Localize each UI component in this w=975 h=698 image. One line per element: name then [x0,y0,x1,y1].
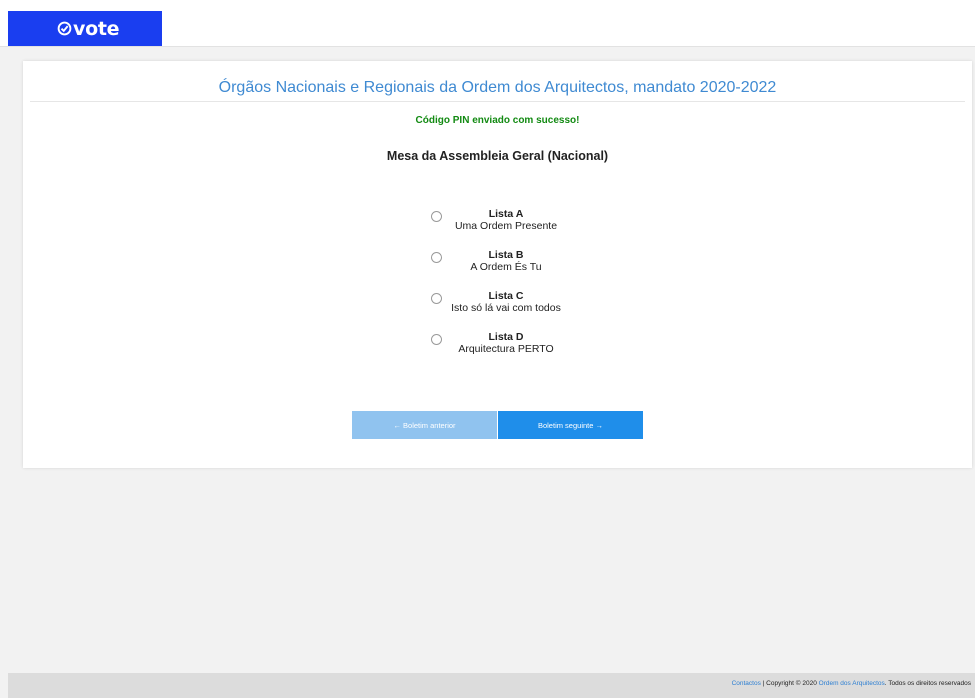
check-circle-icon [57,21,72,36]
ballot-title: Mesa da Assembleia Geral (Nacional) [386,149,609,163]
org-link[interactable]: Ordem dos Arquitectos [819,680,885,687]
previous-ballot-button[interactable]: ← Boletim anterior [352,411,497,439]
top-bar: vote [0,0,975,47]
rights-text: . Todos os direitos reservados [884,680,971,687]
success-message: Código PIN enviado com sucesso! [415,115,580,126]
option-text: Lista D Arquitectura PERTO [431,331,581,355]
option-text: Lista B A Ordem És Tu [431,249,581,273]
option-name: Lista B [488,249,524,261]
ballot-card: Órgãos Nacionais e Regionais da Ordem do… [23,61,972,468]
option-lista-a[interactable]: Lista A Uma Ordem Presente [431,208,631,238]
footer-text: Contactos | Copyright © 2020 Ordem dos A… [732,680,971,687]
option-text: Lista C Isto só lá vai com todos [431,290,581,314]
logo-text: vote [73,17,120,40]
option-text: Lista A Uma Ordem Presente [431,208,581,232]
title-divider [30,101,965,102]
next-ballot-button[interactable]: Boletim seguinte → [498,411,643,439]
logo-mark: vote [57,17,120,40]
option-name: Lista C [488,290,524,302]
evote-logo[interactable]: vote [8,11,162,46]
copyright-text: | Copyright © 2020 [760,680,819,687]
option-description: Isto só lá vai com todos [451,302,561,314]
option-lista-d[interactable]: Lista D Arquitectura PERTO [431,331,631,361]
contacts-link[interactable]: Contactos [732,680,761,687]
option-lista-b[interactable]: Lista B A Ordem És Tu [431,249,631,279]
option-description: A Ordem És Tu [470,261,542,273]
election-title: Órgãos Nacionais e Regionais da Ordem do… [218,79,777,96]
option-description: Arquitectura PERTO [458,343,554,355]
footer: Contactos | Copyright © 2020 Ordem dos A… [8,673,975,698]
option-name: Lista A [488,208,524,220]
option-description: Uma Ordem Presente [454,220,558,232]
option-lista-c[interactable]: Lista C Isto só lá vai com todos [431,290,631,320]
option-name: Lista D [488,331,524,343]
